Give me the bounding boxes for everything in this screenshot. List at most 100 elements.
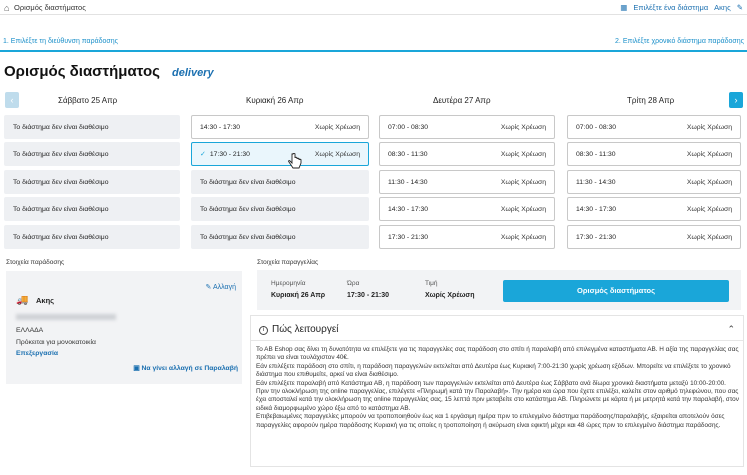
- slot-charge: Χωρίς Χρέωση: [500, 123, 546, 131]
- day-header: Δευτέρα 27 Απρ: [433, 96, 491, 105]
- time-slot[interactable]: 08:30 - 11:30 Χωρίς Χρέωση: [567, 142, 741, 166]
- pick-slot-link[interactable]: Επιλέξτε ένα διάστημα: [633, 3, 708, 12]
- change-address-label: Αλλαγή: [212, 284, 236, 291]
- slot-time: 08:30 - 11:30: [388, 150, 428, 158]
- time-slot-unavailable: Το διάστημα δεν είναι διαθέσιμο: [4, 142, 180, 166]
- slot-charge: Χωρίς Χρέωση: [686, 233, 732, 241]
- slot-charge: Χωρίς Χρέωση: [500, 178, 546, 186]
- slot-time: Το διάστημα δεν είναι διαθέσιμο: [200, 178, 296, 186]
- how-it-works-panel: i Πώς λειτουργεί ⌃ Το ΑΒ Eshop σας δίνει …: [250, 315, 744, 467]
- slot-time: Το διάστημα δεν είναι διαθέσιμο: [13, 205, 109, 213]
- cancel-link[interactable]: Ακης: [714, 3, 731, 12]
- switch-to-pickup-label: Να γίνει αλλαγή σε Παραλαβή: [141, 365, 239, 372]
- order-info-label: Στοιχεία παραγγελίας: [257, 259, 319, 266]
- delivery-info-panel: ✎ Αλλαγή 🚚 Ακης ΕΛΛΑΔΑ Πρόκειται για μον…: [6, 271, 242, 384]
- slot-time: 07:00 - 08:30: [388, 123, 429, 131]
- truck-icon: 🚚: [16, 295, 29, 306]
- step-time[interactable]: 2. Επιλέξτε χρονικό διάστημα παράδοσης: [615, 38, 744, 45]
- how-it-works-title: Πώς λειτουργεί: [272, 324, 339, 335]
- time-slot-unavailable: Το διάστημα δεν είναι διαθέσιμο: [191, 170, 369, 194]
- slot-time: 07:00 - 08:30: [576, 123, 617, 131]
- info-paragraph: Εάν επιλέξετε παραλαβή από Κατάστημα ΑΒ,…: [256, 379, 739, 412]
- info-paragraph: Επιβεβαιωμένες παραγγελίες μπορούν να τρ…: [256, 413, 725, 429]
- day-header: Τρίτη 28 Απρ: [627, 96, 675, 105]
- time-slot-unavailable: Το διάστημα δεν είναι διαθέσιμο: [4, 115, 180, 139]
- next-days-button[interactable]: ›: [729, 92, 743, 108]
- info-paragraph: Εάν επιλέξετε παράδοση στο σπίτι, η παρά…: [256, 362, 731, 379]
- slot-charge: Χωρίς Χρέωση: [686, 123, 732, 131]
- top-actions: ▦ Επιλέξτε ένα διάστημα Ακης ✎: [620, 3, 743, 12]
- recipient-name: Ακης: [36, 296, 55, 305]
- slot-time: 14:30 - 17:30: [576, 205, 617, 213]
- day-header: Σάββατο 25 Απρ: [58, 96, 118, 105]
- time-slot[interactable]: 08:30 - 11:30 Χωρίς Χρέωση: [379, 142, 555, 166]
- cursor-hand-icon: [288, 153, 302, 169]
- change-address-link[interactable]: ✎ Αλλαγή: [206, 283, 236, 291]
- time-slot-unavailable: Το διάστημα δεν είναι διαθέσιμο: [4, 225, 180, 249]
- breadcrumb[interactable]: Ορισμός διαστήματος: [14, 3, 86, 12]
- time-slot-unavailable: Το διάστημα δεν είναι διαθέσιμο: [191, 225, 369, 249]
- price-label: Τιμή: [425, 280, 438, 287]
- time-slot[interactable]: 14:30 - 17:30 Χωρίς Χρέωση: [567, 197, 741, 221]
- chevron-up-icon[interactable]: ⌃: [727, 324, 735, 335]
- house-type: Πρόκειται για μονοκατοικία: [16, 339, 96, 346]
- set-slot-button[interactable]: Ορισμός διαστήματος: [503, 280, 729, 302]
- slot-charge: Χωρίς Χρέωση: [500, 150, 546, 158]
- prev-days-button[interactable]: ‹: [5, 92, 19, 108]
- slot-time: 11:30 - 14:30: [576, 178, 616, 186]
- slot-time: 14:30 - 17:30: [200, 123, 241, 131]
- slot-time: 11:30 - 14:30: [388, 178, 428, 186]
- time-slot[interactable]: 07:00 - 08:30 Χωρίς Χρέωση: [379, 115, 555, 139]
- slot-time: 14:30 - 17:30: [388, 205, 429, 213]
- slot-time: 17:30 - 21:30: [388, 233, 429, 241]
- slot-time: Το διάστημα δεν είναι διαθέσιμο: [13, 150, 109, 158]
- date-value: Κυριακή 26 Απρ: [271, 292, 326, 299]
- step-progress-line: [0, 50, 747, 52]
- slot-charge: Χωρίς Χρέωση: [686, 205, 732, 213]
- time-value: 17:30 - 21:30: [347, 292, 390, 299]
- how-it-works-text: Το ΑΒ Eshop σας δίνει τη δυνατότητα να ε…: [256, 346, 739, 430]
- time-slot[interactable]: 14:30 - 17:30 Χωρίς Χρέωση: [191, 115, 369, 139]
- slot-charge: Χωρίς Χρέωση: [500, 205, 546, 213]
- time-slot[interactable]: 17:30 - 21:30 Χωρίς Χρέωση: [567, 225, 741, 249]
- home-icon[interactable]: ⌂: [4, 3, 9, 13]
- day-header: Κυριακή 26 Απρ: [246, 96, 304, 105]
- time-slot[interactable]: 11:30 - 14:30 Χωρίς Χρέωση: [379, 170, 555, 194]
- divider: [251, 340, 743, 341]
- country: ΕΛΛΑΔΑ: [16, 327, 44, 334]
- info-icon: i: [259, 326, 268, 335]
- price-value: Χωρίς Χρέωση: [425, 292, 475, 299]
- slot-time: Το διάστημα δεν είναι διαθέσιμο: [200, 205, 296, 213]
- slot-charge: Χωρίς Χρέωση: [500, 233, 546, 241]
- edit-link[interactable]: Επεξεργασία: [16, 350, 58, 357]
- slot-charge: Χωρίς Χρέωση: [686, 150, 732, 158]
- how-it-works-header[interactable]: i Πώς λειτουργεί: [259, 324, 339, 335]
- time-slot-unavailable: Το διάστημα δεν είναι διαθέσιμο: [4, 197, 180, 221]
- info-paragraph: Το ΑΒ Eshop σας δίνει τη δυνατότητα να ε…: [256, 346, 739, 362]
- time-slot[interactable]: 07:00 - 08:30 Χωρίς Χρέωση: [567, 115, 741, 139]
- time-slot[interactable]: 17:30 - 21:30 Χωρίς Χρέωση: [379, 225, 555, 249]
- slot-time: Το διάστημα δεν είναι διαθέσιμο: [13, 233, 109, 241]
- time-slot[interactable]: 14:30 - 17:30 Χωρίς Χρέωση: [379, 197, 555, 221]
- slot-charge: Χωρίς Χρέωση: [314, 150, 360, 158]
- shop-icon: ▣: [133, 365, 140, 372]
- page-title: Ορισμός διαστήματος: [4, 63, 160, 80]
- time-slot-unavailable: Το διάστημα δεν είναι διαθέσιμο: [191, 197, 369, 221]
- order-info-panel: Ημερομηνία Κυριακή 26 Απρ Ώρα 17:30 - 21…: [257, 270, 741, 310]
- slot-charge: Χωρίς Χρέωση: [686, 178, 732, 186]
- time-slot-unavailable: Το διάστημα δεν είναι διαθέσιμο: [4, 170, 180, 194]
- slot-time: 17:30 - 21:30: [209, 150, 250, 158]
- time-label: Ώρα: [347, 280, 360, 287]
- time-slot[interactable]: ✓ 17:30 - 21:30 Χωρίς Χρέωση: [191, 142, 369, 166]
- switch-to-pickup-link[interactable]: ▣ Να γίνει αλλαγή σε Παραλαβή: [133, 364, 238, 372]
- redacted-address: [16, 314, 116, 320]
- date-label: Ημερομηνία: [271, 280, 306, 287]
- slot-time: Το διάστημα δεν είναι διαθέσιμο: [200, 233, 296, 241]
- pencil-icon[interactable]: ✎: [737, 3, 743, 12]
- slot-charge: Χωρίς Χρέωση: [314, 123, 360, 131]
- delivery-badge: delivery: [172, 67, 214, 79]
- slot-time: Το διάστημα δεν είναι διαθέσιμο: [13, 178, 109, 186]
- time-slot[interactable]: 11:30 - 14:30 Χωρίς Χρέωση: [567, 170, 741, 194]
- check-icon: ✓: [200, 151, 206, 158]
- step-address[interactable]: 1. Επιλέξτε τη διεύθυνση παράδοσης: [3, 38, 118, 45]
